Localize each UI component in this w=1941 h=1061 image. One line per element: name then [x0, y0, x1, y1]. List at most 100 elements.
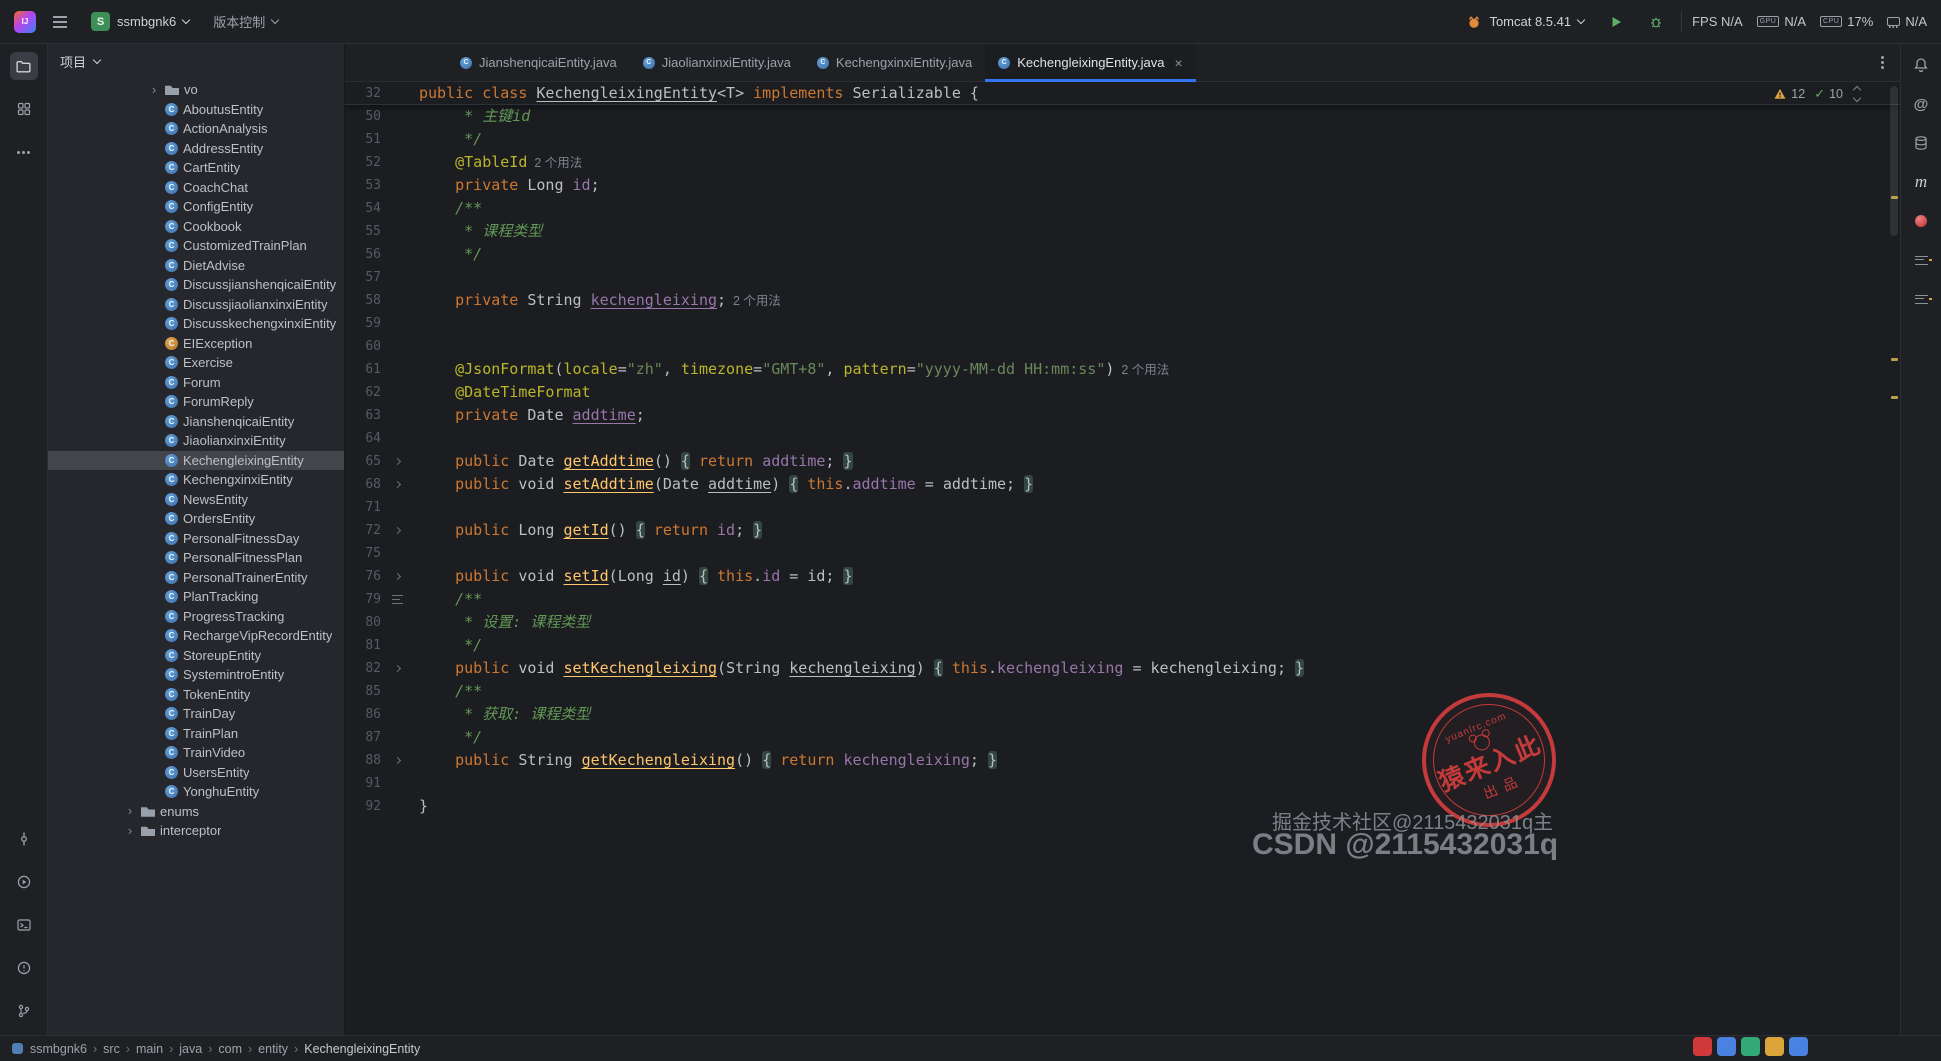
tree-item-ForumReply[interactable]: C ForumReply — [48, 392, 344, 412]
warning-stripe-mark[interactable] — [1891, 396, 1898, 400]
tab-label: JiaolianxinxiEntity.java — [661, 55, 791, 70]
fold-chevron-icon[interactable] — [381, 749, 413, 772]
tree-item-ConfigEntity[interactable]: C ConfigEntity — [48, 197, 344, 217]
fold-chevron-icon[interactable] — [381, 657, 413, 680]
tree-item-DietAdvise[interactable]: C DietAdvise — [48, 256, 344, 276]
breadcrumb-item[interactable]: java — [179, 1042, 202, 1056]
tree-item-Exercise[interactable]: C Exercise — [48, 353, 344, 373]
database-icon[interactable] — [1909, 131, 1933, 155]
bookmarks-list-icon[interactable] — [1909, 287, 1933, 311]
tree-item-Cookbook[interactable]: C Cookbook — [48, 217, 344, 237]
tree-item-TokenEntity[interactable]: C TokenEntity — [48, 685, 344, 705]
tree-item-TrainVideo[interactable]: C TrainVideo — [48, 743, 344, 763]
fold-chevron-icon[interactable] — [381, 450, 413, 473]
chevron-down-icon[interactable] — [1852, 93, 1862, 103]
tree-item-label: TrainPlan — [183, 725, 239, 741]
run-button[interactable] — [1601, 9, 1631, 35]
editor[interactable]: 32 public class KechengleixingEntity<T> i… — [345, 82, 1900, 1035]
code-line-51: 51 */ — [345, 128, 1900, 151]
run-config-widget[interactable]: Tomcat 8.5.41 — [1459, 9, 1591, 35]
tree-folder-vo[interactable]: › vo — [48, 80, 344, 100]
ai-assistant-icon[interactable]: @ — [1909, 92, 1933, 116]
project-widget[interactable]: S ssmbgnk6 — [84, 7, 196, 36]
tab-JianshenqicaiEntity.java[interactable]: C JianshenqicaiEntity.java — [447, 44, 630, 81]
tree-item-OrdersEntity[interactable]: C OrdersEntity — [48, 509, 344, 529]
breadcrumb-item[interactable]: src — [103, 1042, 120, 1056]
breadcrumb-item[interactable]: entity — [258, 1042, 288, 1056]
tree-item-CustomizedTrainPlan[interactable]: C CustomizedTrainPlan — [48, 236, 344, 256]
git-tool-icon[interactable] — [10, 997, 38, 1025]
tree-folder-interceptor[interactable]: › interceptor — [48, 821, 344, 841]
code-line-85: 85 /** — [345, 680, 1900, 703]
tree-item-SystemintroEntity[interactable]: C SystemintroEntity — [48, 665, 344, 685]
tab-KechengxinxiEntity.java[interactable]: C KechengxinxiEntity.java — [804, 44, 985, 81]
project-tool-icon[interactable] — [9, 52, 38, 80]
chevron-right-icon[interactable]: › — [124, 824, 136, 837]
structure-tool-icon[interactable] — [10, 95, 38, 123]
chevron-right-icon[interactable]: › — [124, 804, 136, 817]
tab-JiaolianxinxiEntity.java[interactable]: C JiaolianxinxiEntity.java — [630, 44, 804, 81]
tree-item-AboutusEntity[interactable]: C AboutusEntity — [48, 100, 344, 120]
main-menu-button[interactable] — [46, 15, 74, 28]
tree-item-ActionAnalysis[interactable]: C ActionAnalysis — [48, 119, 344, 139]
tree-item-KechengleixingEntity[interactable]: C KechengleixingEntity — [48, 450, 344, 470]
tree-item-TrainPlan[interactable]: C TrainPlan — [48, 724, 344, 744]
run-tool-icon[interactable] — [10, 868, 38, 896]
chevron-right-icon[interactable]: › — [148, 83, 160, 96]
commit-tool-icon[interactable] — [10, 825, 38, 853]
tree-item-label: Cookbook — [183, 218, 242, 234]
warning-stripe-mark[interactable] — [1891, 196, 1898, 200]
terminal-tool-icon[interactable] — [10, 911, 38, 939]
tree-item-DiscussjiaolianxinxiEntity[interactable]: C DiscussjiaolianxinxiEntity — [48, 295, 344, 315]
tree-folder-enums[interactable]: › enums — [48, 802, 344, 822]
tree-item-JiaolianxinxiEntity[interactable]: C JiaolianxinxiEntity — [48, 431, 344, 451]
scrollbar-thumb[interactable] — [1890, 86, 1898, 236]
close-icon[interactable]: × — [1174, 55, 1182, 71]
tree-item-TrainDay[interactable]: C TrainDay — [48, 704, 344, 724]
tree-item-PersonalFitnessDay[interactable]: C PersonalFitnessDay — [48, 529, 344, 549]
fold-chevron-icon[interactable] — [381, 565, 413, 588]
class-icon: C — [165, 375, 178, 389]
fold-chevron-icon[interactable] — [381, 519, 413, 542]
tree-item-PersonalFitnessPlan[interactable]: C PersonalFitnessPlan — [48, 548, 344, 568]
maven-icon[interactable]: m — [1909, 170, 1933, 194]
tree-item-UsersEntity[interactable]: C UsersEntity — [48, 763, 344, 783]
tree-item-ProgressTracking[interactable]: C ProgressTracking — [48, 607, 344, 627]
tree-item-DiscusskechengxinxiEntity[interactable]: C DiscusskechengxinxiEntity — [48, 314, 344, 334]
warning-stripe-mark[interactable] — [1891, 358, 1898, 362]
breadcrumb-item[interactable]: com — [218, 1042, 242, 1056]
tree-item-EIException[interactable]: C EIException — [48, 334, 344, 354]
tree-item-JianshenqicaiEntity[interactable]: C JianshenqicaiEntity — [48, 412, 344, 432]
warnings-indicator[interactable]: 12 — [1773, 87, 1805, 101]
gutter-marker-icon[interactable] — [381, 588, 413, 611]
tree-item-KechengxinxiEntity[interactable]: C KechengxinxiEntity — [48, 470, 344, 490]
todo-list-icon[interactable] — [1909, 248, 1933, 272]
notifications-bell-icon[interactable] — [1909, 53, 1933, 77]
tree-item-AddressEntity[interactable]: C AddressEntity — [48, 139, 344, 159]
tree-item-YonghuEntity[interactable]: C YonghuEntity — [48, 782, 344, 802]
tree-item-CoachChat[interactable]: C CoachChat — [48, 178, 344, 198]
fold-chevron-icon[interactable] — [381, 473, 413, 496]
tree-item-NewsEntity[interactable]: C NewsEntity — [48, 490, 344, 510]
debug-button[interactable] — [1641, 9, 1671, 35]
breadcrumb-item[interactable]: ssmbgnk6 — [30, 1042, 87, 1056]
tree-item-Forum[interactable]: C Forum — [48, 373, 344, 393]
tree-item-PlanTracking[interactable]: C PlanTracking — [48, 587, 344, 607]
breadcrumb-item[interactable]: KechengleixingEntity — [304, 1042, 420, 1056]
editor-scrollbar[interactable] — [1888, 82, 1900, 1035]
more-tool-windows-icon[interactable] — [10, 138, 38, 166]
tree-item-DiscussjianshenqicaiEntity[interactable]: C DiscussjianshenqicaiEntity — [48, 275, 344, 295]
tree-item-RechargeVipRecordEntity[interactable]: C RechargeVipRecordEntity — [48, 626, 344, 646]
vcs-widget[interactable]: 版本控制 — [206, 7, 285, 36]
problems-tool-icon[interactable] — [10, 954, 38, 982]
passed-indicator[interactable]: ✓ 10 — [1814, 86, 1843, 102]
more-vertical-icon[interactable] — [1881, 61, 1884, 64]
tree-item-CartEntity[interactable]: C CartEntity — [48, 158, 344, 178]
breadcrumb-item[interactable]: main — [136, 1042, 163, 1056]
tree-item-PersonalTrainerEntity[interactable]: C PersonalTrainerEntity — [48, 568, 344, 588]
tree-item-StoreupEntity[interactable]: C StoreupEntity — [48, 646, 344, 666]
plugin-dot-icon[interactable] — [1909, 209, 1933, 233]
project-view-header[interactable]: 项目 — [48, 44, 344, 78]
tab-KechengleixingEntity.java[interactable]: C KechengleixingEntity.java × — [985, 44, 1197, 82]
